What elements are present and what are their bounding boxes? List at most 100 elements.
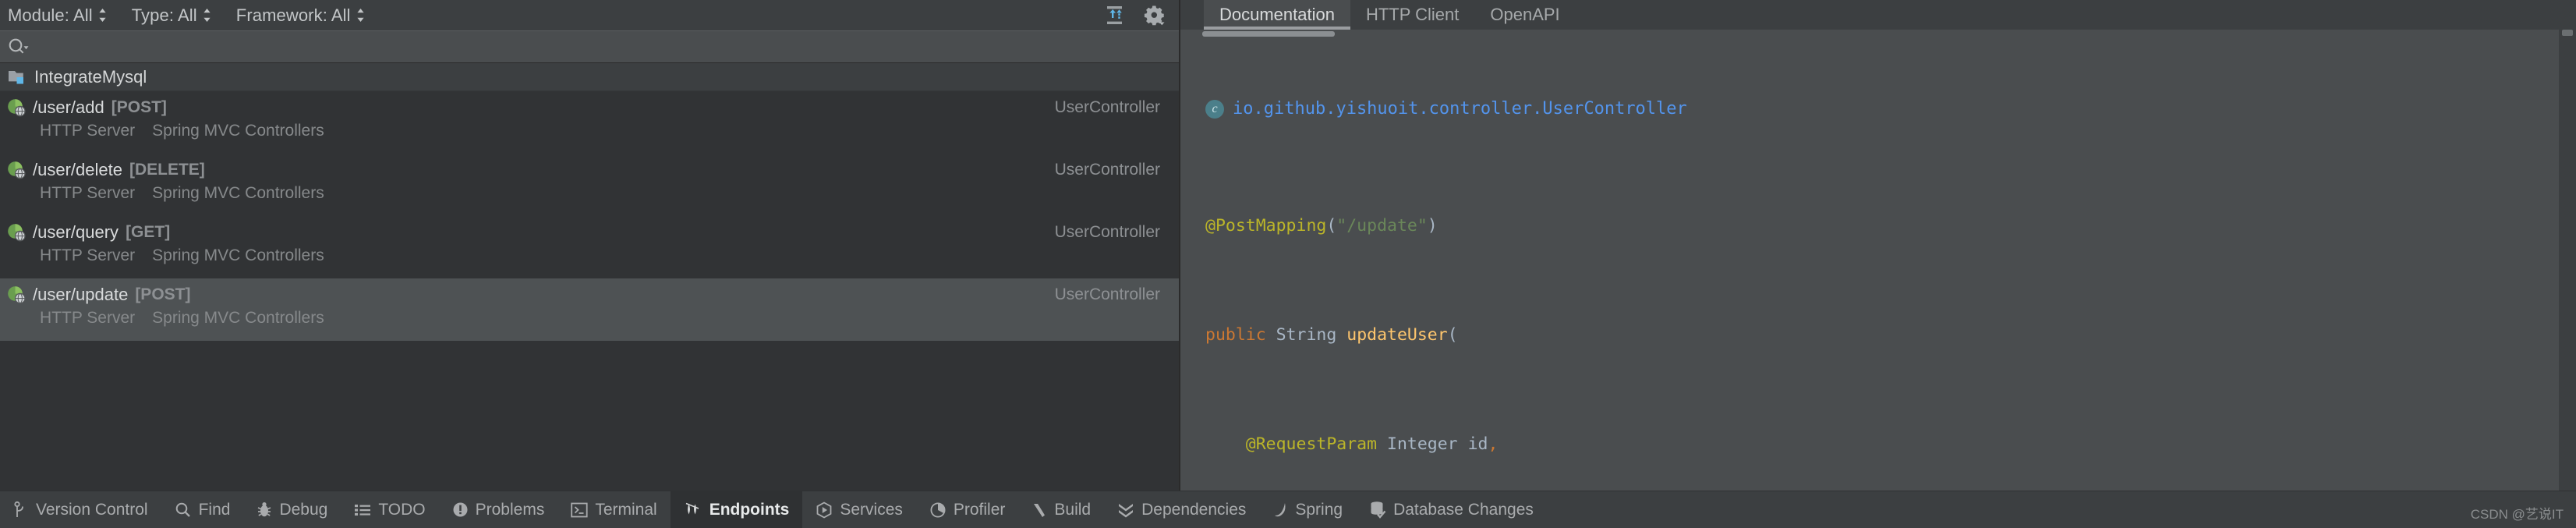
endpoint-framework: Spring MVC Controllers — [152, 246, 324, 264]
annotation-line: @PostMapping("/update") — [1205, 212, 2576, 239]
tab-openapi-label: OpenAPI — [1490, 5, 1560, 24]
endpoint-controller: UserController — [1054, 285, 1160, 303]
endpoint-method: [POST] — [111, 98, 167, 116]
search-bar[interactable] — [0, 30, 1179, 63]
endpoints-icon — [684, 501, 702, 519]
return-type: String — [1276, 325, 1337, 345]
endpoint-method: [DELETE] — [129, 161, 205, 179]
table-row[interactable]: /user/add [POST] HTTP Server Spring MVC … — [0, 91, 1179, 154]
tab-http-client[interactable]: HTTP Client — [1350, 0, 1474, 30]
play-hexagon-icon — [816, 501, 833, 519]
main-split-area: Module: All Type: All Framework: All Int… — [0, 0, 2576, 491]
status-item-todo[interactable]: TODO — [341, 491, 438, 528]
endpoint-path: /user/add — [33, 97, 104, 117]
documentation-pane: Documentation HTTP Client OpenAPI c io.g… — [1180, 0, 2576, 491]
horizontal-scrollbar-thumb[interactable] — [1202, 31, 1335, 37]
param-type: Integer — [1387, 434, 1458, 454]
status-item-find[interactable]: Find — [161, 491, 244, 528]
endpoints-list[interactable]: IntegrateMysql /user/add [POST] HTTP Ser… — [0, 63, 1179, 491]
endpoint-server: HTTP Server — [40, 246, 136, 264]
filter-module[interactable]: Module: All — [8, 5, 107, 26]
endpoint-method: [GET] — [126, 223, 171, 241]
status-item-version-control[interactable]: Version Control — [0, 491, 161, 528]
endpoint-server: HTTP Server — [40, 309, 136, 327]
table-row[interactable]: /user/query [GET] HTTP Server Spring MVC… — [0, 216, 1179, 278]
endpoint-info: /user/delete [DELETE] HTTP Server Spring… — [5, 158, 1055, 205]
class-badge-icon: c — [1205, 99, 1224, 119]
http-endpoint-icon — [5, 222, 27, 243]
status-item-terminal[interactable]: Terminal — [557, 491, 670, 528]
expand-all-icon[interactable] — [1104, 5, 1125, 26]
doc-scrollbar-thumb[interactable] — [2562, 30, 2573, 36]
status-item-debug[interactable]: Debug — [243, 491, 341, 528]
signature-code-block: c io.github.yishuoit.controller.UserCont… — [1180, 30, 2576, 491]
endpoints-list-pane: Module: All Type: All Framework: All Int… — [0, 0, 1179, 491]
profiler-icon — [929, 501, 947, 519]
tab-documentation[interactable]: Documentation — [1204, 0, 1350, 30]
status-item-label: Services — [840, 501, 903, 519]
status-item-problems[interactable]: Problems — [439, 491, 558, 528]
spring-leaf-icon — [1272, 501, 1288, 519]
documentation-content: c io.github.yishuoit.controller.UserCont… — [1180, 30, 2576, 491]
table-row[interactable]: /user/update [POST] HTTP Server Spring M… — [0, 278, 1179, 341]
endpoint-path: /user/delete — [33, 160, 122, 179]
http-endpoint-icon — [5, 97, 27, 118]
http-endpoint-icon — [5, 160, 27, 180]
endpoint-title-line: /user/delete [DELETE] — [5, 158, 1055, 182]
endpoint-info: /user/add [POST] HTTP Server Spring MVC … — [5, 96, 1055, 143]
status-item-label: Version Control — [36, 501, 148, 519]
endpoint-server: HTTP Server — [40, 122, 136, 140]
class-header: c io.github.yishuoit.controller.UserCont… — [1205, 95, 2576, 122]
filter-type[interactable]: Type: All — [132, 5, 211, 26]
module-group-label: IntegrateMysql — [34, 66, 147, 87]
modifier-keyword: public — [1205, 325, 1266, 345]
status-item-spring[interactable]: Spring — [1259, 491, 1356, 528]
doc-vertical-scrollbar[interactable] — [2559, 30, 2576, 491]
database-check-icon — [1369, 501, 1386, 519]
status-item-label: TODO — [378, 501, 426, 519]
module-folder-icon — [8, 69, 27, 86]
status-item-label: Build — [1054, 501, 1092, 519]
sig-paren-open: ( — [1447, 325, 1458, 345]
status-item-label: Profiler — [953, 501, 1006, 519]
table-row[interactable]: /user/delete [DELETE] HTTP Server Spring… — [0, 154, 1179, 216]
paren-open: ( — [1326, 216, 1337, 236]
filter-framework-label: Framework: All — [235, 5, 351, 25]
doc-tab-strip: Documentation HTTP Client OpenAPI — [1180, 0, 2576, 30]
watermark: CSDN @艺说IT — [2470, 507, 2564, 522]
filter-module-label: Module: All — [8, 5, 93, 25]
status-item-endpoints[interactable]: Endpoints — [670, 491, 803, 528]
toolbar-actions — [1104, 4, 1179, 27]
bottom-tool-window-bar: Version Control Find Debug TODO Problems… — [0, 491, 2576, 528]
search-icon[interactable] — [7, 37, 30, 57]
endpoint-framework: Spring MVC Controllers — [152, 184, 324, 202]
terminal-icon — [571, 502, 588, 518]
paren-close: ) — [1427, 216, 1438, 236]
endpoint-path: /user/query — [33, 222, 119, 242]
mapping-path: "/update" — [1336, 216, 1428, 236]
filter-framework[interactable]: Framework: All — [236, 5, 365, 26]
status-item-label: Debug — [279, 501, 328, 519]
param-annotation: @RequestParam — [1245, 434, 1378, 454]
warning-circle-icon — [452, 501, 469, 518]
tab-documentation-label: Documentation — [1219, 5, 1335, 24]
status-item-label: Endpoints — [709, 501, 790, 519]
status-item-profiler[interactable]: Profiler — [916, 491, 1019, 528]
endpoint-server: HTTP Server — [40, 184, 136, 202]
chevron-updown-icon — [203, 8, 211, 23]
module-group-row[interactable]: IntegrateMysql — [0, 63, 1179, 91]
tab-openapi[interactable]: OpenAPI — [1474, 0, 1575, 30]
endpoint-controller: UserController — [1054, 223, 1160, 241]
status-item-dependencies[interactable]: Dependencies — [1104, 491, 1259, 528]
chevron-updown-icon — [98, 8, 107, 23]
endpoint-path: /user/update — [33, 285, 129, 304]
filter-type-label: Type: All — [131, 5, 197, 25]
gear-icon[interactable] — [1142, 4, 1166, 27]
status-item-services[interactable]: Services — [802, 491, 916, 528]
status-item-build[interactable]: Build — [1018, 491, 1104, 528]
status-item-database-changes[interactable]: Database Changes — [1356, 491, 1547, 528]
post-mapping-annotation: @PostMapping — [1205, 216, 1327, 236]
filter-toolbar: Module: All Type: All Framework: All — [0, 0, 1179, 30]
endpoint-method: [POST] — [135, 285, 191, 303]
status-item-label: Problems — [475, 501, 545, 519]
